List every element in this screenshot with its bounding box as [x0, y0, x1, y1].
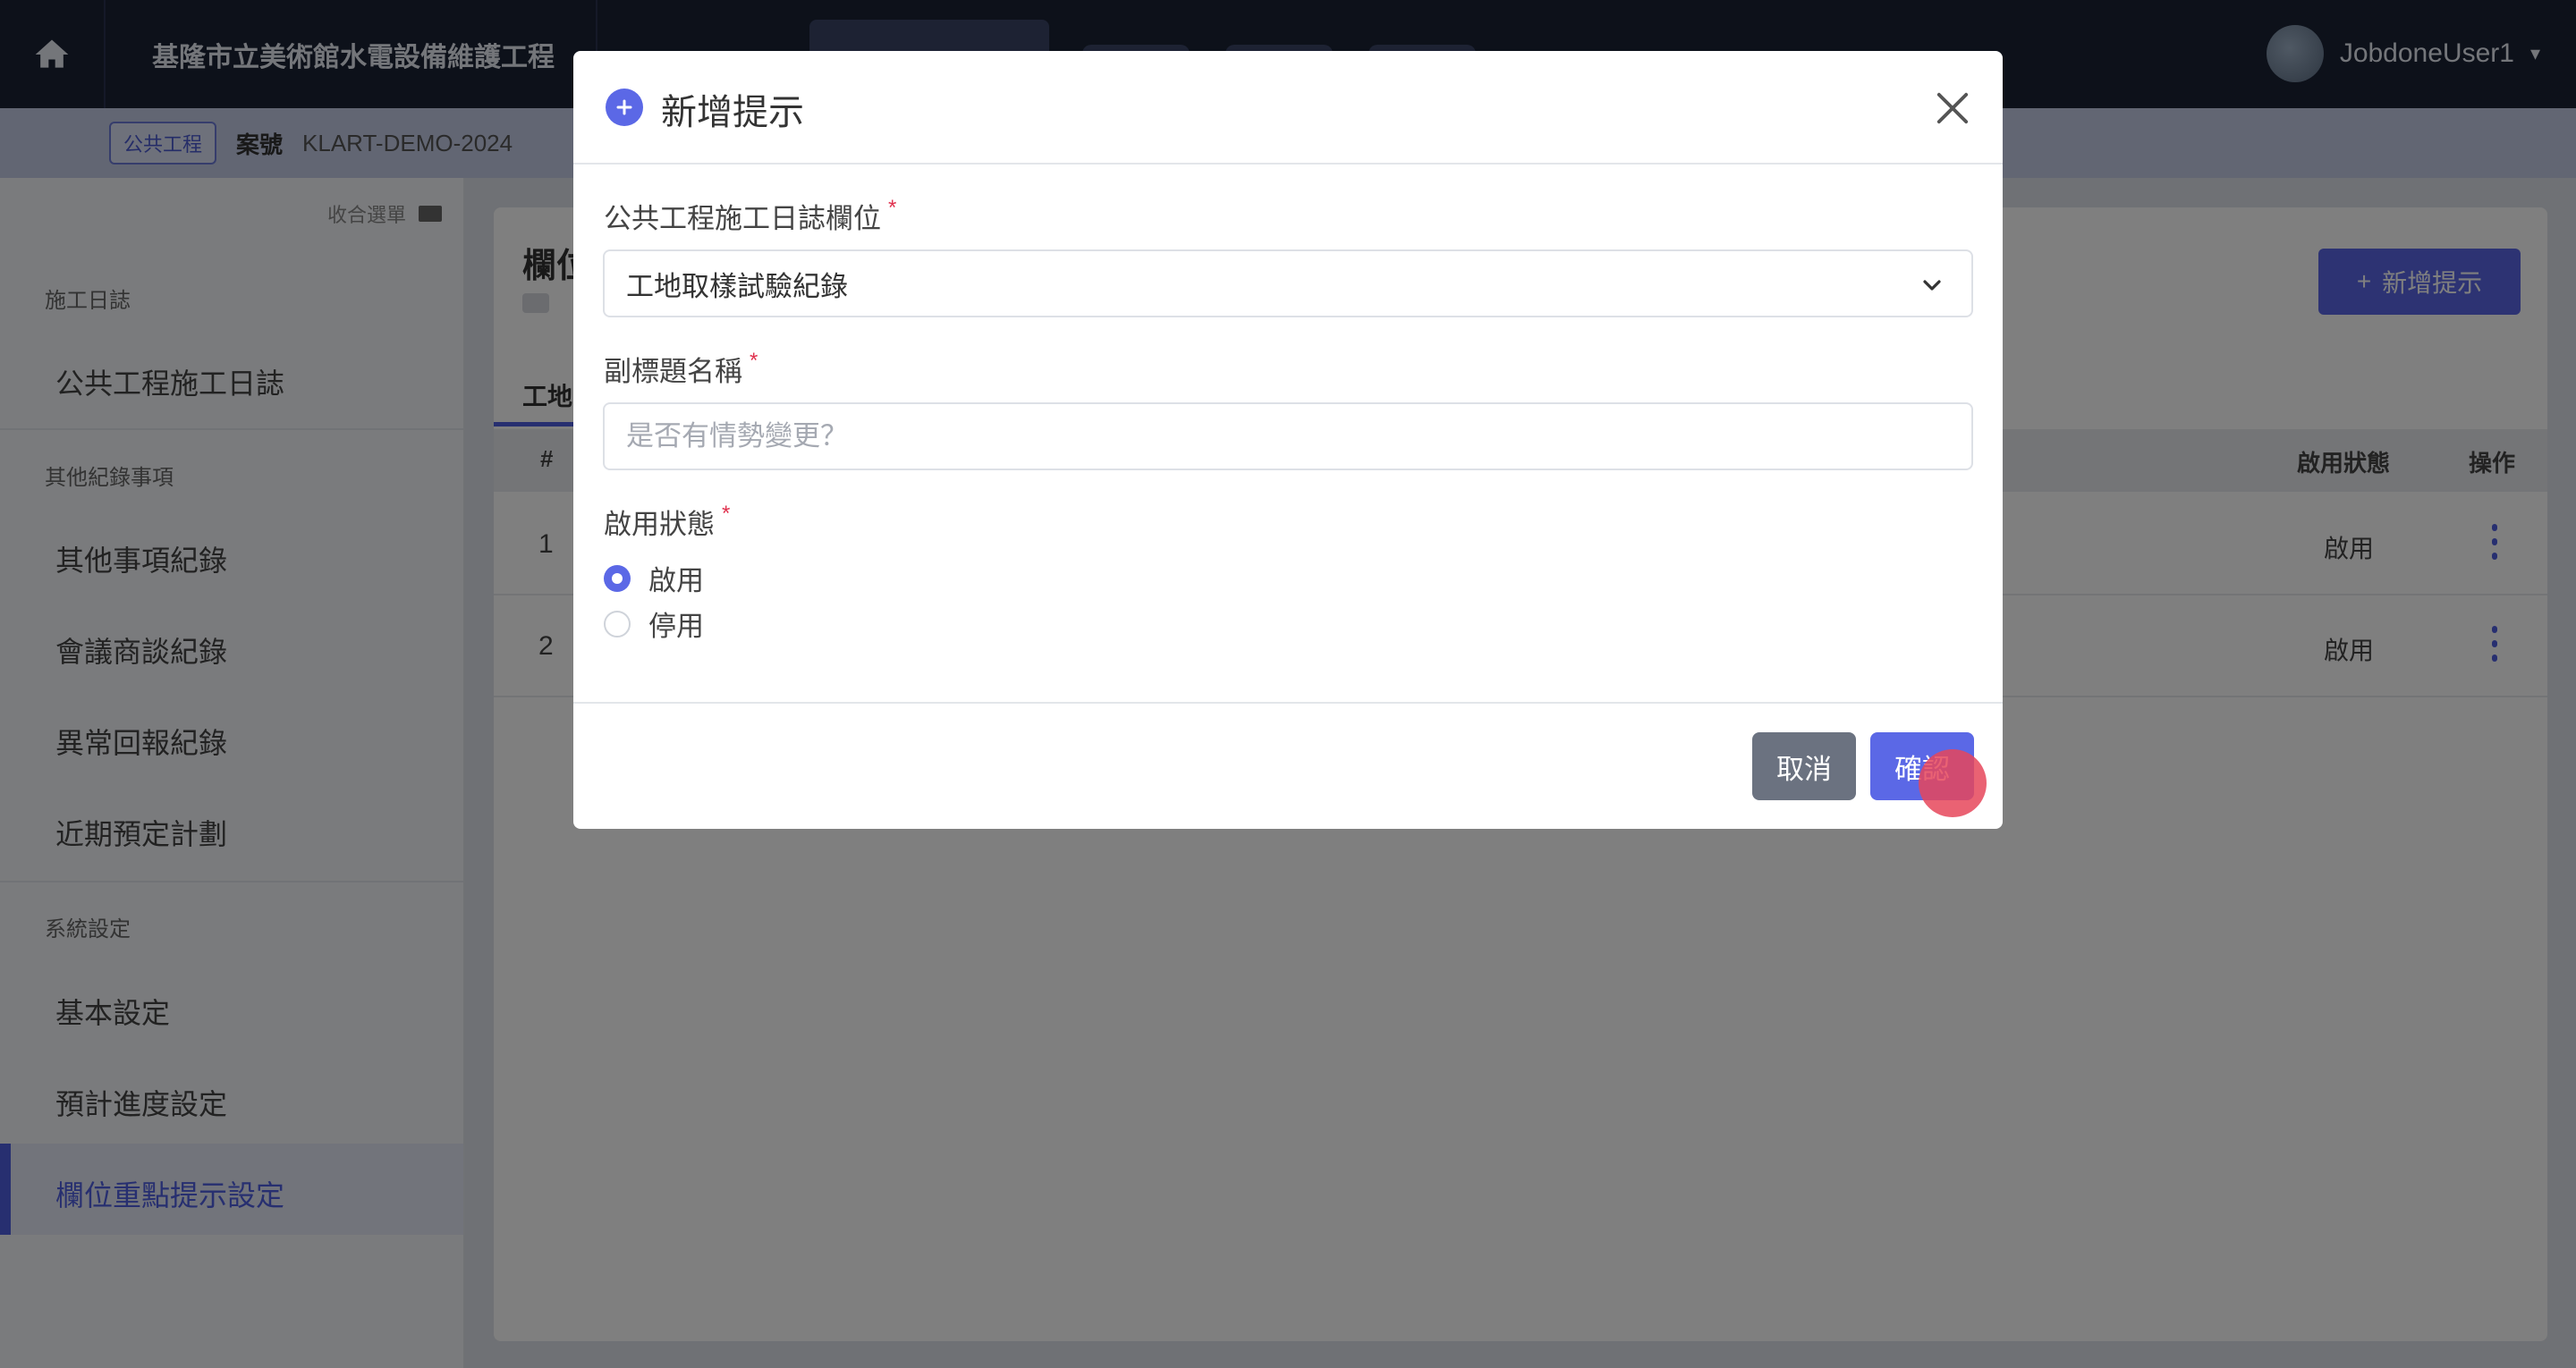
modal-title: 新增提示	[661, 93, 804, 132]
subtitle-input[interactable]	[603, 402, 1973, 470]
click-indicator	[1919, 749, 1987, 817]
status-option-disabled[interactable]: 停用	[604, 604, 704, 644]
field-column-select[interactable]: 工地取樣試驗紀錄	[603, 249, 1973, 317]
modal-footer: 取消 確認	[573, 702, 2003, 829]
radio-disabled-label: 停用	[648, 611, 704, 642]
plus-circle-icon	[606, 89, 643, 126]
field-column-selected-value: 工地取樣試驗紀錄	[626, 270, 848, 302]
required-mark: *	[722, 502, 731, 526]
modal-header: 新增提示	[573, 51, 2003, 165]
subtitle-label-text: 副標題名稱	[604, 356, 742, 387]
field-column-label: 公共工程施工日誌欄位 *	[604, 196, 896, 236]
cancel-button[interactable]: 取消	[1752, 732, 1856, 800]
close-icon[interactable]	[1929, 85, 1976, 131]
status-option-enabled[interactable]: 啟用	[604, 558, 704, 598]
radio-enabled-label: 啟用	[648, 565, 704, 596]
radio-enabled[interactable]	[604, 564, 631, 592]
field-column-label-text: 公共工程施工日誌欄位	[604, 203, 881, 234]
status-label-text: 啟用狀態	[604, 509, 715, 540]
add-hint-modal: 新增提示 公共工程施工日誌欄位 * 工地取樣試驗紀錄 副標題名稱 * 啟用狀態 * 啟…	[573, 51, 2003, 829]
required-mark: *	[750, 349, 758, 373]
required-mark: *	[888, 196, 897, 220]
subtitle-label: 副標題名稱 *	[604, 349, 758, 389]
chevron-down-icon	[1923, 280, 1941, 291]
status-label: 啟用狀態 *	[604, 502, 730, 542]
radio-disabled[interactable]	[604, 610, 631, 638]
